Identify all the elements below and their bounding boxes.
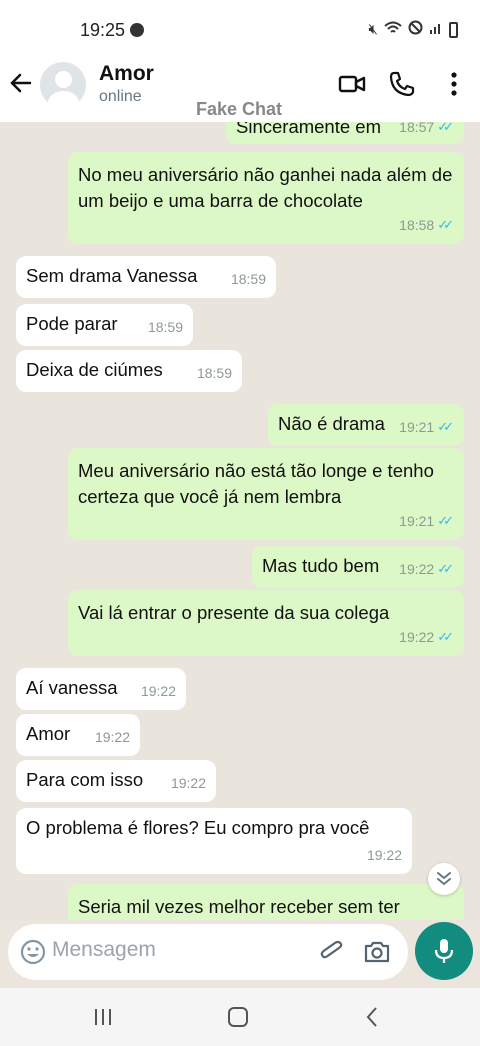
wifi-icon bbox=[384, 21, 402, 39]
message-bubble[interactable]: O problema é flores? Eu compro pra você … bbox=[16, 808, 412, 874]
message-text: No meu aniversário não ganhei nada além … bbox=[78, 164, 453, 211]
back-nav-icon[interactable] bbox=[360, 1004, 386, 1030]
mic-icon bbox=[434, 939, 454, 963]
scroll-to-bottom-button[interactable] bbox=[428, 863, 460, 895]
message-text: Deixa de ciúmes bbox=[26, 359, 163, 380]
message-list[interactable]: Sinceramente em 18:57 ✓✓ No meu aniversár… bbox=[0, 122, 480, 920]
message-bubble[interactable]: Seria mil vezes melhor receber sem ter bbox=[68, 884, 464, 920]
message-time: 18:59 bbox=[196, 365, 232, 381]
read-ticks-icon: ✓✓ bbox=[437, 561, 454, 576]
message-bubble[interactable]: Para com isso 19:22 bbox=[16, 760, 216, 802]
message-time: 18:59 bbox=[147, 319, 183, 335]
avatar[interactable] bbox=[40, 62, 86, 108]
paperclip-icon[interactable] bbox=[318, 938, 346, 966]
dnd-icon bbox=[408, 20, 423, 39]
message-text: Pode parar bbox=[26, 313, 118, 334]
contact-status: online bbox=[99, 88, 142, 105]
message-bubble[interactable]: Mas tudo bem 19:22 ✓✓ bbox=[252, 546, 464, 588]
message-bubble[interactable]: Pode parar 18:59 bbox=[16, 304, 193, 346]
message-bubble[interactable]: Meu aniversário não está tão longe e ten… bbox=[68, 448, 464, 540]
read-ticks-icon: ✓✓ bbox=[437, 419, 454, 434]
home-icon[interactable] bbox=[225, 1004, 251, 1030]
message-time: 19:22 bbox=[399, 561, 435, 577]
message-text: Não é drama bbox=[278, 413, 385, 434]
message-bubble[interactable]: Sinceramente em 18:57 ✓✓ bbox=[226, 122, 464, 144]
message-time: 19:22 bbox=[94, 729, 130, 745]
chevrons-down-icon bbox=[437, 872, 451, 886]
message-input[interactable]: Mensagem bbox=[52, 938, 156, 962]
message-text: Meu aniversário não está tão longe e ten… bbox=[78, 460, 434, 507]
read-ticks-icon: ✓✓ bbox=[437, 513, 454, 528]
message-text: Aí vanessa bbox=[26, 677, 118, 698]
message-text: Para com isso bbox=[26, 769, 144, 790]
status-bar: 19:25 🔇︎ bbox=[0, 0, 480, 58]
message-text: O problema é flores? Eu compro pra você bbox=[26, 817, 370, 838]
notification-icon bbox=[130, 23, 144, 37]
message-composer[interactable]: Mensagem bbox=[8, 924, 408, 980]
message-time: 19:22 bbox=[399, 629, 435, 645]
recent-apps-icon[interactable] bbox=[90, 1004, 116, 1030]
mic-button[interactable] bbox=[415, 922, 473, 980]
camera-icon[interactable] bbox=[363, 938, 391, 966]
message-text: Vai lá entrar o presente da sua colega bbox=[78, 602, 390, 623]
message-time: 19:22 bbox=[140, 683, 176, 699]
message-text: Sinceramente em bbox=[236, 122, 381, 137]
more-vertical-icon[interactable] bbox=[440, 70, 468, 98]
message-text: Mas tudo bem bbox=[262, 555, 380, 576]
message-text: Sem drama Vanessa bbox=[26, 265, 198, 286]
message-time: 19:22 bbox=[170, 775, 206, 791]
message-time: 19:21 bbox=[399, 419, 435, 435]
watermark: Fake Chat bbox=[196, 99, 283, 119]
arrow-left-icon[interactable] bbox=[8, 70, 34, 96]
emoji-icon[interactable] bbox=[20, 939, 46, 965]
message-bubble[interactable]: Aí vanessa 19:22 bbox=[16, 668, 186, 710]
read-ticks-icon: ✓✓ bbox=[437, 629, 454, 644]
contact-name[interactable]: Amor bbox=[99, 62, 154, 86]
mute-icon: 🔇︎ bbox=[368, 21, 378, 38]
message-time: 19:21 bbox=[399, 513, 435, 529]
message-bubble[interactable]: Não é drama 19:21 ✓✓ bbox=[268, 404, 464, 446]
status-icons: 🔇︎ bbox=[369, 20, 458, 39]
message-text: Seria mil vezes melhor receber sem ter bbox=[78, 896, 400, 917]
message-bubble[interactable]: Deixa de ciúmes 18:59 bbox=[16, 350, 242, 392]
message-bubble[interactable]: No meu aniversário não ganhei nada além … bbox=[68, 152, 464, 244]
read-ticks-icon: ✓✓ bbox=[437, 122, 454, 134]
message-bubble[interactable]: Amor 19:22 bbox=[16, 714, 140, 756]
message-time: 19:22 bbox=[366, 847, 402, 863]
signal-icon bbox=[429, 21, 443, 39]
message-time: 18:59 bbox=[230, 271, 266, 287]
read-ticks-icon: ✓✓ bbox=[437, 217, 454, 232]
battery-icon bbox=[449, 21, 458, 38]
video-call-icon[interactable] bbox=[338, 70, 366, 98]
message-time: 18:58 bbox=[399, 217, 435, 233]
system-nav-bar bbox=[0, 988, 480, 1046]
status-time: 19:25 bbox=[80, 20, 126, 40]
message-bubble[interactable]: Sem drama Vanessa 18:59 bbox=[16, 256, 276, 298]
message-text: Amor bbox=[26, 723, 71, 744]
message-time: 18:57 bbox=[399, 122, 435, 135]
phone-icon[interactable] bbox=[388, 70, 416, 98]
message-bubble[interactable]: Vai lá entrar o presente da sua colega 1… bbox=[68, 590, 464, 656]
